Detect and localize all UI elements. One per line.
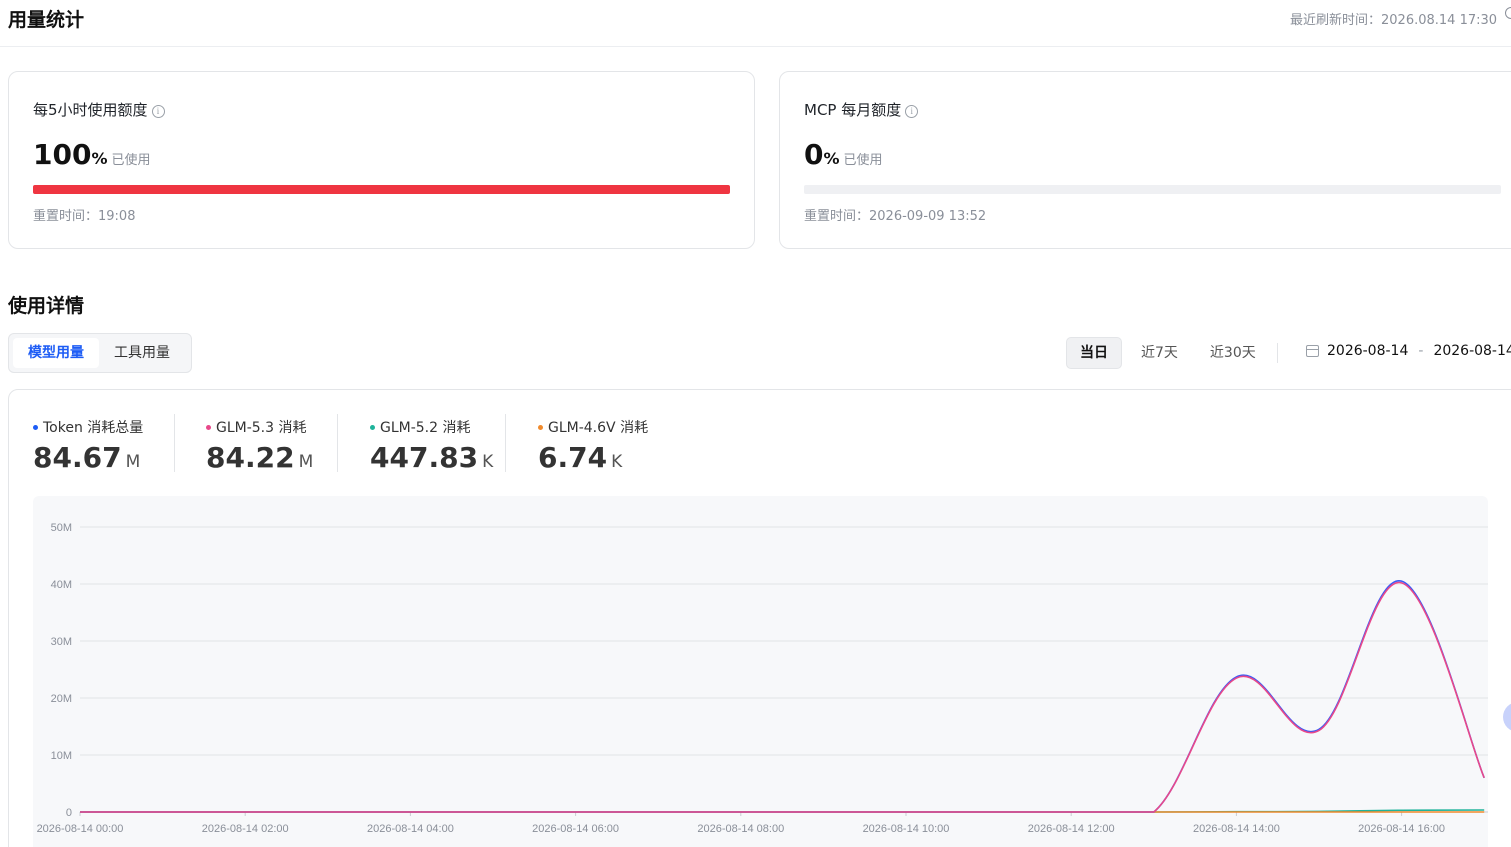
- quota-progress-fill: [33, 185, 730, 194]
- quota-title-text: 每5小时使用额度: [33, 101, 148, 119]
- stat-label: GLM-4.6V 消耗: [538, 417, 648, 437]
- quota-number: 100: [33, 138, 92, 171]
- chart-svg: 0 10M 20M 30M 40M 50M 2026-08-14 00:00 2026-08-…: [37, 522, 1488, 835]
- quota-unit: %: [823, 149, 840, 168]
- x-tick-label: 2026-08-14 10:00: [863, 823, 950, 835]
- stat-unit: M: [298, 452, 314, 472]
- x-tick-label: 2026-08-14 08:00: [697, 823, 784, 835]
- range-today-button[interactable]: 当日: [1066, 337, 1122, 369]
- stat-unit: K: [482, 452, 494, 472]
- stat-glm-5-3: GLM-5.3 消耗 84.22 M: [206, 417, 313, 474]
- tab-tool-usage[interactable]: 工具用量: [99, 338, 185, 368]
- x-tick-label: 2026-08-14 00:00: [37, 823, 124, 835]
- stat-value: 84.67 M: [33, 441, 143, 474]
- range-7-days-button[interactable]: 近7天: [1128, 337, 1191, 369]
- quota-used-label: 已使用: [111, 153, 151, 168]
- info-icon[interactable]: i: [151, 105, 165, 118]
- range-30-days-button[interactable]: 近30天: [1197, 337, 1269, 369]
- quota-card-5h: 每5小时使用额度 i 100% 已使用 重置时间：19:08: [8, 71, 755, 249]
- y-tick-label: 40M: [51, 579, 72, 591]
- stat-label-text: GLM-5.3 消耗: [216, 420, 307, 436]
- page-title: 用量统计: [8, 9, 85, 31]
- quota-progress-bar: [804, 185, 1501, 194]
- quota-unit: %: [91, 149, 108, 168]
- refresh-time: 最近刷新时间：2026.08.14 17:30: [1290, 13, 1498, 28]
- series-line-1: [79, 582, 1485, 813]
- stat-glm-5-2: GLM-5.2 消耗 447.83 K: [370, 417, 493, 474]
- date-end[interactable]: 2026-08-14: [1433, 343, 1511, 359]
- date-start[interactable]: 2026-08-14: [1327, 343, 1408, 359]
- stat-label-text: Token 消耗总量: [43, 420, 144, 436]
- stat-label-text: GLM-5.2 消耗: [380, 420, 471, 436]
- stat-number: 84.67: [33, 441, 122, 474]
- quota-title: 每5小时使用额度 i: [33, 99, 165, 120]
- stat-glm-4-6v: GLM-4.6V 消耗 6.74 K: [538, 417, 648, 474]
- date-separator: -: [1418, 343, 1424, 359]
- stat-value: 84.22 M: [206, 441, 313, 474]
- quota-title: MCP 每月额度 i: [804, 99, 919, 120]
- date-range-picker[interactable]: 2026-08-14 - 2026-08-14: [1306, 343, 1511, 359]
- quota-progress-bar: [33, 185, 730, 194]
- stat-number: 6.74: [538, 441, 608, 474]
- divider: [1277, 343, 1278, 363]
- stat-label-text: GLM-4.6V 消耗: [548, 420, 649, 436]
- info-icon[interactable]: i: [905, 105, 919, 118]
- stat-label: GLM-5.2 消耗: [370, 417, 493, 437]
- usage-line-chart: 0 10M 20M 30M 40M 50M 2026-08-14 00:00 2026-08-…: [33, 496, 1488, 847]
- range-selector: 当日 近7天 近30天: [1066, 337, 1275, 369]
- quota-reset-time: 重置时间：19:08: [33, 209, 136, 224]
- quota-number: 0: [804, 138, 824, 171]
- x-tick-label: 2026-08-14 12:00: [1028, 823, 1115, 835]
- refresh-icon[interactable]: [1505, 7, 1511, 19]
- stat-divider: [505, 414, 506, 472]
- x-tick-label: 2026-08-14 06:00: [532, 823, 619, 835]
- y-tick-label: 0: [66, 807, 72, 819]
- quota-reset-time: 重置时间：2026-09-09 13:52: [804, 209, 987, 224]
- quota-card-mcp: MCP 每月额度 i 0% 已使用 重置时间：2026-09-09 13:52: [779, 71, 1511, 249]
- x-tick-label: 2026-08-14 16:00: [1358, 823, 1445, 835]
- quota-title-text: MCP 每月额度: [804, 101, 902, 119]
- legend-dot-icon: [33, 424, 38, 430]
- series-line-0: [79, 580, 1485, 813]
- y-tick-label: 50M: [51, 522, 72, 534]
- stat-value: 6.74 K: [538, 441, 648, 474]
- tab-model-usage[interactable]: 模型用量: [13, 338, 99, 368]
- x-tick-label: 2026-08-14 04:00: [367, 823, 454, 835]
- x-tick-label: 2026-08-14 14:00: [1193, 823, 1280, 835]
- stat-value: 447.83 K: [370, 441, 493, 474]
- y-tick-label: 30M: [51, 636, 72, 648]
- stat-label: GLM-5.3 消耗: [206, 417, 313, 437]
- stat-number: 84.22: [206, 441, 295, 474]
- usage-type-tabs: 模型用量 工具用量: [8, 333, 192, 373]
- y-tick-label: 10M: [51, 750, 72, 762]
- legend-dot-icon: [538, 424, 543, 430]
- page-header: 用量统计 最近刷新时间：2026.08.14 17:30: [0, 0, 1511, 47]
- stat-token-total: Token 消耗总量 84.67 M: [33, 417, 143, 474]
- x-tick-label: 2026-08-14 02:00: [202, 823, 289, 835]
- y-tick-label: 20M: [51, 693, 72, 705]
- section-title: 使用详情: [8, 295, 85, 317]
- legend-dot-icon: [206, 424, 211, 430]
- stat-label: Token 消耗总量: [33, 417, 143, 437]
- calendar-icon: [1306, 345, 1319, 357]
- stat-number: 447.83: [370, 441, 479, 474]
- stat-unit: M: [125, 452, 141, 472]
- legend-dot-icon: [370, 424, 375, 430]
- stat-unit: K: [611, 452, 623, 472]
- stat-divider: [337, 414, 338, 472]
- quota-value: 100% 已使用: [33, 138, 151, 171]
- quota-used-label: 已使用: [843, 153, 883, 168]
- stat-divider: [174, 414, 175, 472]
- usage-chart-card: Token 消耗总量 84.67 M GLM-5.3 消耗 84.22 M GLM-…: [8, 389, 1511, 847]
- quota-value: 0% 已使用: [804, 138, 883, 171]
